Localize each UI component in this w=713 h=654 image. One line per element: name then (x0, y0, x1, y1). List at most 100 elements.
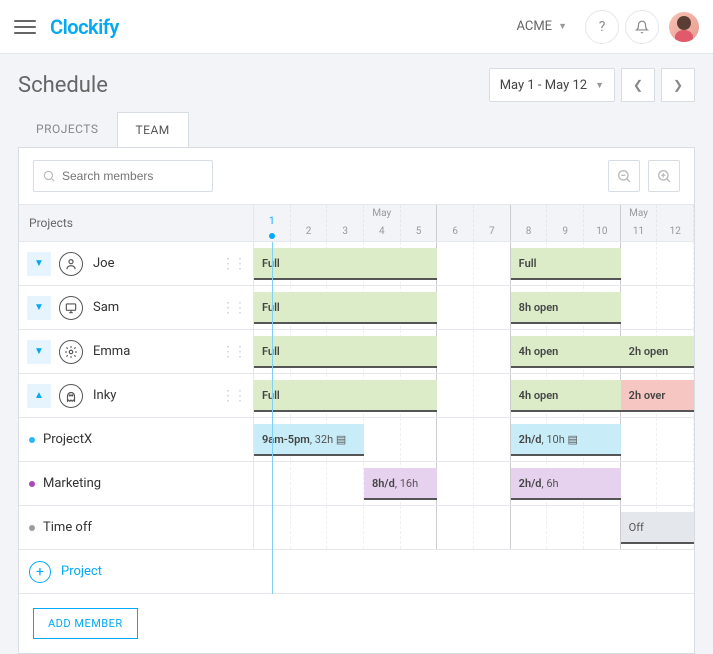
expand-button[interactable]: ▼ (27, 296, 51, 320)
day-header-8: 8 (511, 205, 548, 241)
schedule-bar[interactable]: 2h open (621, 336, 694, 368)
schedule-bar[interactable]: 2h over (621, 380, 694, 412)
member-name: Inky (93, 388, 116, 403)
help-icon[interactable]: ? (585, 10, 619, 44)
schedule-bar[interactable]: Full (254, 292, 437, 324)
member-row: ▼ Sam ⋮⋮ Full 8h open (19, 286, 694, 330)
schedule-bar[interactable]: Full (254, 336, 437, 368)
add-project-label: Project (61, 564, 102, 579)
project-dot-icon (29, 437, 35, 443)
project-row: ProjectX 9am-5pm, 32h ▤ 2h/d, 10h ▤ (19, 418, 694, 462)
member-icon (59, 340, 83, 364)
member-days: Full 8h open (254, 286, 694, 329)
project-left: Time off (19, 506, 254, 549)
project-name: Marketing (43, 476, 101, 491)
workspace-selector[interactable]: ACME ▼ (516, 19, 567, 34)
project-days: 8h/d, 16h 2h/d, 6h (254, 462, 694, 505)
tabs: PROJECTS TEAM (0, 112, 713, 147)
search-icon (42, 169, 56, 183)
day-header-7: 7 (474, 205, 511, 241)
tab-team[interactable]: TEAM (117, 112, 189, 147)
grid-header: Projects 1234May567891011May12 (19, 204, 694, 242)
workspace-name: ACME (516, 19, 552, 34)
search-box[interactable] (33, 160, 213, 192)
toolbar (19, 148, 694, 204)
schedule-grid: Projects 1234May567891011May12 ▼Joe⋮⋮Ful… (19, 204, 694, 594)
plus-icon: + (29, 561, 51, 583)
project-dot-icon (29, 525, 35, 531)
member-icon (59, 252, 83, 276)
expand-button[interactable]: ▼ (27, 252, 51, 276)
days-header: 1234May567891011May12 (254, 205, 694, 241)
project-name: Time off (43, 520, 92, 535)
member-left: ▼ Emma ⋮⋮ (19, 330, 254, 373)
drag-handle-icon[interactable]: ⋮⋮ (221, 388, 245, 404)
date-range-picker[interactable]: May 1 - May 12 ▼ (489, 68, 615, 102)
day-header-1: 1 (254, 205, 291, 241)
schedule-bar[interactable]: Full (511, 248, 621, 280)
schedule-bar[interactable]: 9am-5pm, 32h ▤ (254, 424, 364, 456)
collapse-button[interactable]: ▲ (27, 384, 51, 408)
menu-icon[interactable] (14, 16, 36, 38)
member-name: Emma (93, 344, 130, 359)
prev-button[interactable]: ❮ (621, 68, 655, 102)
day-header-6: 6 (437, 205, 474, 241)
next-button[interactable]: ❯ (661, 68, 695, 102)
expand-button[interactable]: ▼ (27, 340, 51, 364)
member-name: Sam (93, 300, 119, 315)
schedule-bar[interactable]: Full (254, 380, 437, 412)
drag-handle-icon[interactable]: ⋮⋮ (221, 256, 245, 272)
member-left: ▼ Joe ⋮⋮ (19, 242, 254, 285)
page-title: Schedule (18, 73, 489, 98)
schedule-bar[interactable]: Off (621, 512, 694, 544)
schedule-bar[interactable]: 8h/d, 16h (364, 468, 437, 500)
drag-handle-icon[interactable]: ⋮⋮ (221, 300, 245, 316)
member-days: Full 4h open2h open (254, 330, 694, 373)
title-row: Schedule May 1 - May 12 ▼ ❮ ❯ (0, 54, 713, 112)
zoom-out-button[interactable] (608, 160, 640, 192)
chevron-down-icon: ▼ (595, 80, 604, 91)
schedule-bar[interactable]: 2h/d, 10h ▤ (511, 424, 621, 456)
tab-projects[interactable]: PROJECTS (18, 112, 117, 147)
day-header-2: 2 (291, 205, 328, 241)
bell-icon[interactable] (625, 10, 659, 44)
top-bar: Clockify ACME ▼ ? (0, 0, 713, 54)
member-days: Full Full (254, 242, 694, 285)
member-left: ▲ Inky ⋮⋮ (19, 374, 254, 417)
schedule-bar[interactable]: Full (254, 248, 437, 280)
project-row: Marketing 8h/d, 16h 2h/d, 6h (19, 462, 694, 506)
schedule-bar[interactable]: 2h/d, 6h (511, 468, 621, 500)
project-days: 9am-5pm, 32h ▤ 2h/d, 10h ▤ (254, 418, 694, 461)
chevron-down-icon: ▼ (558, 21, 567, 32)
date-range-label: May 1 - May 12 (500, 78, 587, 93)
day-header-12: 12 (657, 205, 694, 241)
schedule-bar[interactable]: 4h open (511, 336, 621, 368)
member-days: Full 4h open2h over (254, 374, 694, 417)
project-days: Off (254, 506, 694, 549)
projects-column-header: Projects (19, 205, 254, 241)
add-project-button[interactable]: + Project (19, 550, 694, 594)
project-row: Time off Off (19, 506, 694, 550)
drag-handle-icon[interactable]: ⋮⋮ (221, 344, 245, 360)
member-icon (59, 384, 83, 408)
member-row: ▲ Inky ⋮⋮ Full 4h open2h over (19, 374, 694, 418)
day-header-10: 10 (584, 205, 621, 241)
member-icon (59, 296, 83, 320)
member-left: ▼ Sam ⋮⋮ (19, 286, 254, 329)
day-header-11: 11May (621, 205, 658, 241)
logo[interactable]: Clockify (50, 15, 119, 39)
zoom-in-button[interactable] (648, 160, 680, 192)
search-input[interactable] (62, 169, 192, 183)
schedule-bar[interactable]: 4h open (511, 380, 621, 412)
day-header-4: 4May (364, 205, 401, 241)
member-row: ▼ Emma ⋮⋮ Full 4h open2h open (19, 330, 694, 374)
add-member-button[interactable]: ADD MEMBER (33, 608, 138, 639)
member-name: Joe (93, 256, 114, 271)
day-header-9: 9 (547, 205, 584, 241)
day-header-3: 3 (327, 205, 364, 241)
project-left: Marketing (19, 462, 254, 505)
avatar[interactable] (669, 12, 699, 42)
schedule-bar[interactable]: 8h open (511, 292, 621, 324)
project-name: ProjectX (43, 432, 92, 447)
member-row: ▼ Joe ⋮⋮ Full Full (19, 242, 694, 286)
